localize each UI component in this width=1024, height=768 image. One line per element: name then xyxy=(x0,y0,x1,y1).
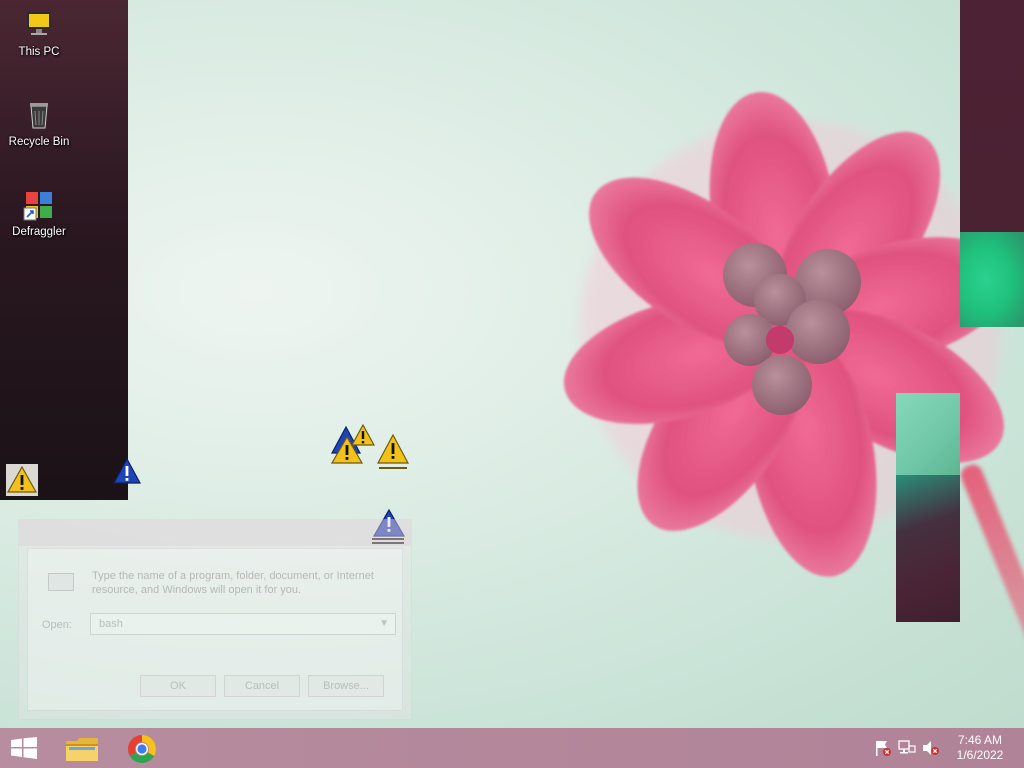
network-icon[interactable] xyxy=(898,740,916,756)
desktop-icon-label: This PC xyxy=(18,46,60,58)
cancel-button[interactable]: Cancel xyxy=(224,675,300,697)
run-dialog-titlebar xyxy=(19,520,411,546)
taskbar-file-explorer[interactable] xyxy=(52,728,112,768)
ok-button[interactable]: OK xyxy=(140,675,216,697)
browse-button[interactable]: Browse... xyxy=(308,675,384,697)
run-dialog: Type the name of a program, folder, docu… xyxy=(18,519,412,720)
this-pc-icon xyxy=(27,12,51,35)
open-combobox-value: bash xyxy=(99,618,123,630)
open-label: Open: xyxy=(42,619,72,631)
warning-icon[interactable] xyxy=(6,464,38,496)
system-clock[interactable]: 7:46 AM 1/6/2022 xyxy=(944,733,1016,763)
chrome-icon xyxy=(128,735,156,763)
desktop-icon-this-pc[interactable]: This PC xyxy=(2,8,76,59)
green-artifact xyxy=(960,232,1024,327)
recycle-bin-icon xyxy=(30,103,48,129)
warning-icon[interactable] xyxy=(376,433,410,473)
left-dark-panel xyxy=(0,0,128,500)
run-icon xyxy=(48,573,74,591)
teal-artifact xyxy=(896,393,960,475)
warning-icon[interactable] xyxy=(350,423,376,449)
clock-date: 1/6/2022 xyxy=(956,748,1004,762)
windows-logo-icon xyxy=(11,737,37,759)
desktop-icon-label: Defraggler xyxy=(12,226,66,238)
taskbar-chrome[interactable] xyxy=(112,728,172,768)
defraggler-icon xyxy=(23,192,52,221)
open-combobox[interactable]: bash ▼ xyxy=(90,613,396,635)
dark-artifact xyxy=(896,475,960,622)
clock-time: 7:46 AM xyxy=(957,733,1003,747)
shield-warning-icon[interactable] xyxy=(112,457,142,485)
taskbar: 7:46 AM 1/6/2022 xyxy=(0,728,1024,768)
file-explorer-icon xyxy=(66,738,98,761)
desktop-icon-label: Recycle Bin xyxy=(8,136,70,148)
chevron-down-icon[interactable]: ▼ xyxy=(379,618,389,629)
run-description: Type the name of a program, folder, docu… xyxy=(92,570,374,596)
desktop-icon-recycle-bin[interactable]: Recycle Bin xyxy=(2,98,76,149)
run-dialog-body: Type the name of a program, folder, docu… xyxy=(27,548,403,711)
action-center-flag-icon[interactable] xyxy=(874,740,892,756)
start-button[interactable] xyxy=(0,728,48,768)
volume-muted-icon[interactable] xyxy=(922,740,940,756)
desktop-icon-defraggler[interactable]: Defraggler xyxy=(2,188,76,239)
